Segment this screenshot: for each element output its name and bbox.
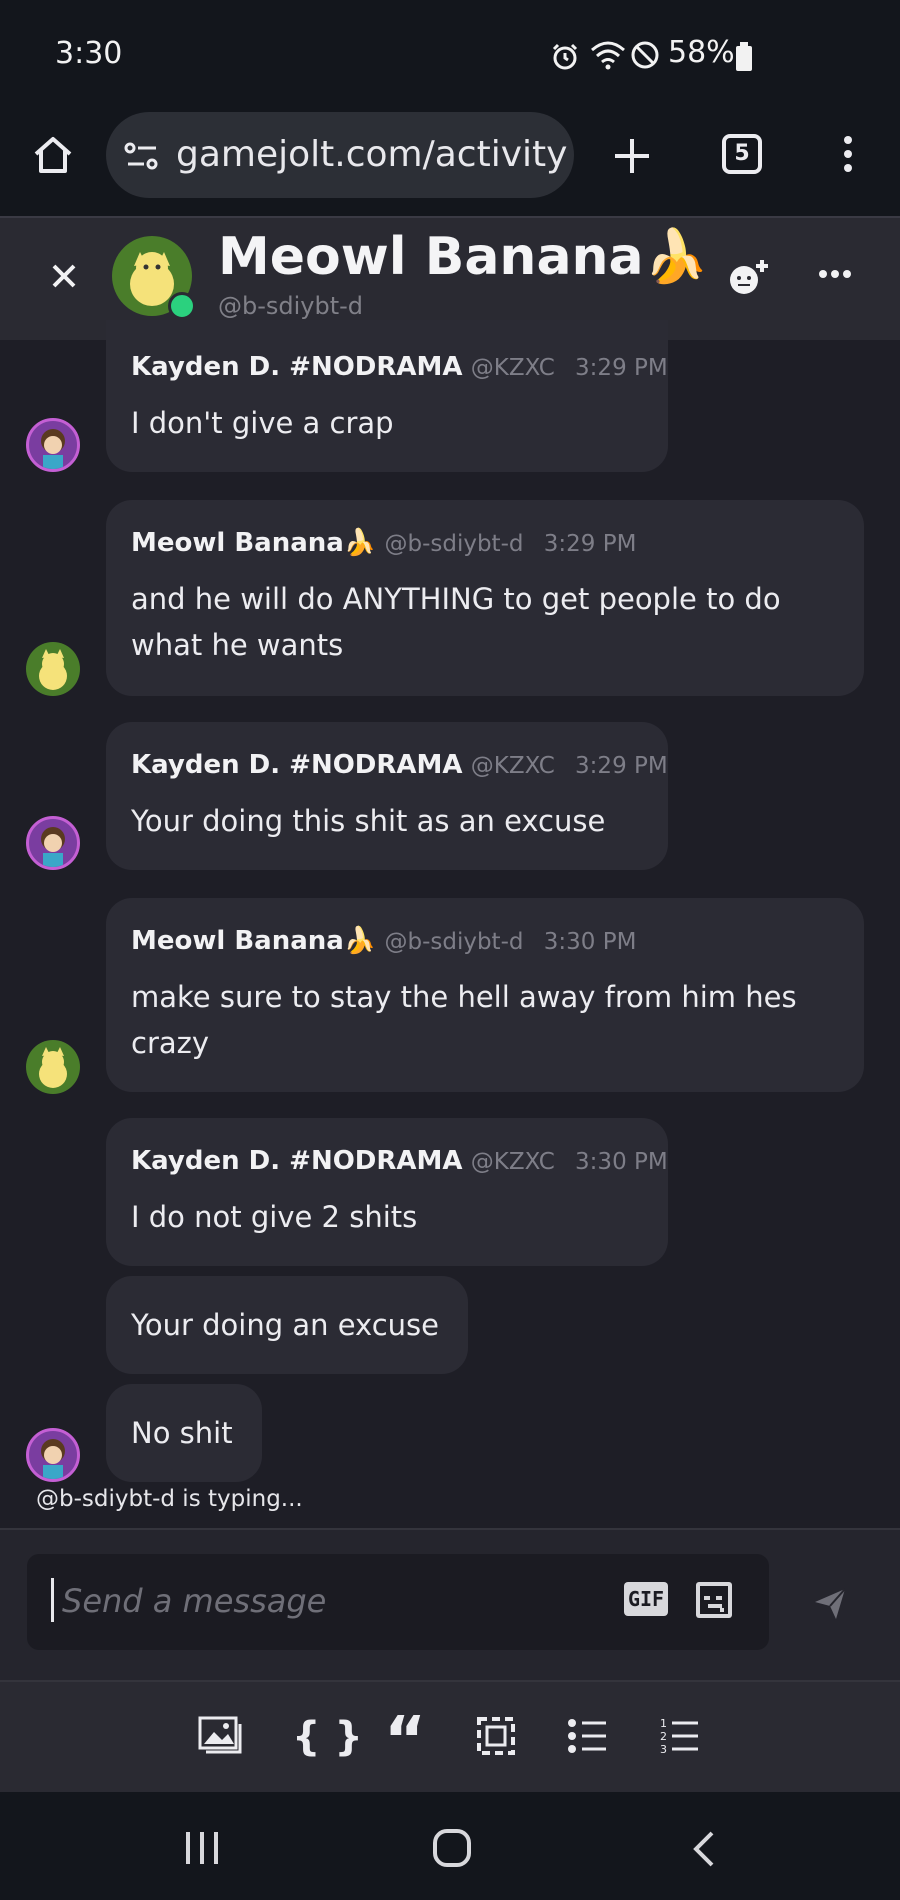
- message-bubble[interactable]: [106, 1118, 668, 1266]
- user-avatar[interactable]: [26, 816, 80, 870]
- message-meta: Meowl Banana🍌 @b-sdiybt-d 3:29 PM: [131, 528, 636, 558]
- status-time: 3:30: [55, 36, 123, 71]
- do-not-disturb-icon: [630, 40, 660, 70]
- message-text: I do not give 2 shits: [131, 1200, 418, 1234]
- user-avatar[interactable]: [26, 1428, 80, 1482]
- browser-menu-icon[interactable]: [840, 134, 856, 174]
- message-time: 3:29 PM: [575, 355, 668, 381]
- message-text: I don't give a crap: [131, 406, 394, 440]
- message-text: and he will do ANYTHING to get people to…: [131, 582, 781, 616]
- spoiler-icon[interactable]: [476, 1716, 516, 1756]
- message-bubble[interactable]: [106, 722, 668, 870]
- svg-text:3: 3: [660, 1743, 667, 1756]
- message-text: crazy: [131, 1026, 210, 1060]
- message-handle: @b-sdiybt-d: [384, 531, 524, 557]
- format-toolbar: [0, 1680, 900, 1794]
- message-meta: Kayden D. #NODRAMA @KZXC 3:29 PM: [131, 352, 668, 382]
- message-bubble[interactable]: [106, 320, 668, 472]
- bullet-list-icon[interactable]: [568, 1718, 608, 1754]
- message-time: 3:30 PM: [575, 1149, 668, 1175]
- message-handle: @KZXC: [470, 355, 555, 381]
- text-caret: [51, 1578, 54, 1622]
- message-time: 3:29 PM: [575, 753, 668, 779]
- message-text: make sure to stay the hell away from him…: [131, 980, 797, 1014]
- add-friend-icon[interactable]: [728, 258, 772, 298]
- status-bar: [0, 0, 900, 100]
- user-avatar[interactable]: [26, 642, 80, 696]
- svg-text:2: 2: [660, 1730, 667, 1743]
- svg-text:1: 1: [660, 1717, 667, 1730]
- more-options-icon[interactable]: [818, 268, 852, 280]
- message-time: 3:29 PM: [543, 531, 637, 557]
- message-placeholder[interactable]: Send a message: [62, 1582, 326, 1620]
- tab-switcher-button[interactable]: 5: [722, 134, 762, 174]
- message-author[interactable]: Meowl Banana🍌: [131, 528, 376, 558]
- user-avatar[interactable]: [26, 1040, 80, 1094]
- sticker-icon[interactable]: [694, 1580, 734, 1620]
- message-author[interactable]: Kayden D. #NODRAMA: [131, 1146, 463, 1176]
- quote-icon[interactable]: “: [384, 1704, 426, 1778]
- send-icon[interactable]: [812, 1586, 848, 1622]
- message-time: 3:30 PM: [543, 929, 637, 955]
- new-tab-icon[interactable]: [612, 136, 652, 176]
- back-icon[interactable]: [692, 1830, 716, 1868]
- battery-percentage: 58%: [668, 35, 735, 70]
- wifi-icon: [590, 40, 626, 70]
- message-handle: @KZXC: [470, 1149, 555, 1175]
- online-status-indicator: [168, 292, 196, 320]
- typing-indicator: @b-sdiybt-d is typing...: [36, 1486, 303, 1512]
- code-braces-icon[interactable]: { }: [292, 1714, 363, 1760]
- home-icon[interactable]: [32, 134, 74, 176]
- alarm-icon: [550, 42, 580, 72]
- message-meta: Kayden D. #NODRAMA @KZXC 3:29 PM: [131, 750, 668, 780]
- message-meta: Meowl Banana🍌 @b-sdiybt-d 3:30 PM: [131, 926, 636, 956]
- numbered-list-icon[interactable]: 123: [660, 1716, 700, 1756]
- chat-handle: @b-sdiybt-d: [218, 292, 364, 320]
- message-text: No shit: [131, 1416, 233, 1450]
- message-text: what he wants: [131, 628, 344, 662]
- message-handle: @KZXC: [470, 753, 555, 779]
- message-text: Your doing an excuse: [131, 1308, 439, 1342]
- message-handle: @b-sdiybt-d: [384, 929, 524, 955]
- home-button-icon[interactable]: [432, 1828, 472, 1868]
- recent-apps-icon[interactable]: [184, 1830, 220, 1866]
- url-text[interactable]: gamejolt.com/activity: [176, 134, 567, 175]
- user-avatar[interactable]: [26, 418, 80, 472]
- image-icon[interactable]: [198, 1716, 242, 1756]
- close-icon[interactable]: [50, 262, 78, 290]
- message-meta: Kayden D. #NODRAMA @KZXC 3:30 PM: [131, 1146, 668, 1176]
- battery-icon: [735, 42, 753, 72]
- message-author[interactable]: Kayden D. #NODRAMA: [131, 750, 463, 780]
- message-author[interactable]: Meowl Banana🍌: [131, 926, 376, 956]
- message-author[interactable]: Kayden D. #NODRAMA: [131, 352, 463, 382]
- gif-button[interactable]: GIF: [624, 1582, 668, 1616]
- message-text: Your doing this shit as an excuse: [131, 804, 606, 838]
- site-settings-icon[interactable]: [124, 140, 160, 172]
- chat-title: Meowl Banana🍌: [218, 227, 709, 287]
